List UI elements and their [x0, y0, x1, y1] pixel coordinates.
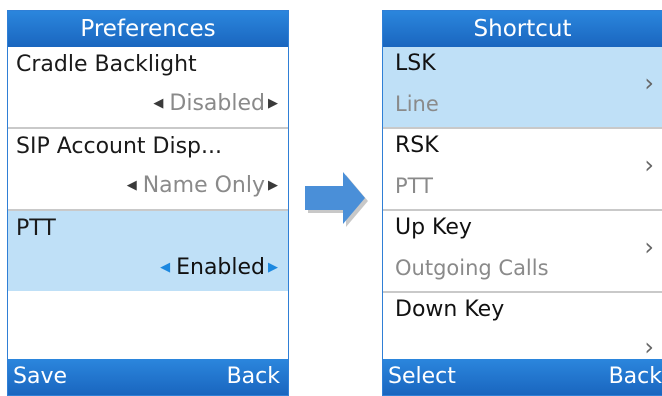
pref-item-value: Name Only [142, 173, 265, 198]
shortcut-softkey-bar: Select Back [383, 359, 662, 395]
shortcut-title: Shortcut [473, 16, 572, 42]
shortcut-item-lsk[interactable]: LSK Line › [383, 47, 662, 127]
shortcut-item-title: LSK [395, 51, 436, 76]
triangle-right-icon[interactable]: ▶ [268, 178, 278, 193]
shortcut-item-value: Outgoing Calls [395, 256, 549, 280]
pref-item-label: SIP Account Disp... [16, 134, 222, 159]
chevron-right-icon: › [644, 151, 654, 179]
triangle-left-icon[interactable]: ◀ [160, 260, 170, 275]
shortcut-screen: Shortcut LSK Line › RSK PTT › Up Key Out… [382, 10, 662, 396]
triangle-left-icon[interactable]: ◀ [127, 178, 137, 193]
shortcut-title-bar: Shortcut [383, 11, 662, 47]
triangle-right-icon[interactable]: ▶ [268, 260, 278, 275]
shortcut-item-value: PTT [395, 174, 433, 198]
preferences-screen: Preferences Cradle Backlight ◀ Disabled … [7, 10, 289, 396]
block-arrow-right-icon [305, 172, 368, 227]
pref-item-cradle-backlight[interactable]: Cradle Backlight ◀ Disabled ▶ [8, 47, 288, 127]
shortcut-item-value: Line [395, 92, 439, 116]
pref-item-value: Disabled [169, 91, 265, 116]
pref-item-sip-account-display[interactable]: SIP Account Disp... ◀ Name Only ▶ [8, 129, 288, 209]
pref-item-ptt[interactable]: PTT ◀ Enabled ▶ [8, 211, 288, 291]
chevron-right-icon: › [644, 69, 654, 97]
shortcut-item-title: Down Key [395, 297, 505, 322]
triangle-right-icon[interactable]: ▶ [268, 96, 278, 111]
pref-item-value: Enabled [176, 255, 265, 280]
pref-item-value-selector[interactable]: ◀ Name Only ▶ [127, 173, 278, 198]
back-softkey[interactable]: Back [227, 359, 280, 395]
preferences-softkey-bar: Save Back [8, 359, 288, 395]
save-softkey[interactable]: Save [13, 359, 67, 395]
triangle-left-icon[interactable]: ◀ [153, 96, 163, 111]
shortcut-item-rsk[interactable]: RSK PTT › [383, 129, 662, 209]
pref-item-value-selector[interactable]: ◀ Disabled ▶ [153, 91, 278, 116]
back-softkey[interactable]: Back [609, 359, 662, 395]
shortcut-item-title: RSK [395, 133, 439, 158]
chevron-right-icon: › [644, 333, 654, 361]
pref-item-value-selector[interactable]: ◀ Enabled ▶ [160, 255, 278, 280]
pref-item-label: PTT [16, 216, 56, 241]
shortcut-item-up-key[interactable]: Up Key Outgoing Calls › [383, 211, 662, 291]
preferences-title-bar: Preferences [8, 11, 288, 47]
preferences-title: Preferences [80, 16, 216, 42]
pref-item-label: Cradle Backlight [16, 52, 197, 77]
chevron-right-icon: › [644, 233, 654, 261]
select-softkey[interactable]: Select [388, 359, 456, 395]
shortcut-item-title: Up Key [395, 215, 472, 240]
